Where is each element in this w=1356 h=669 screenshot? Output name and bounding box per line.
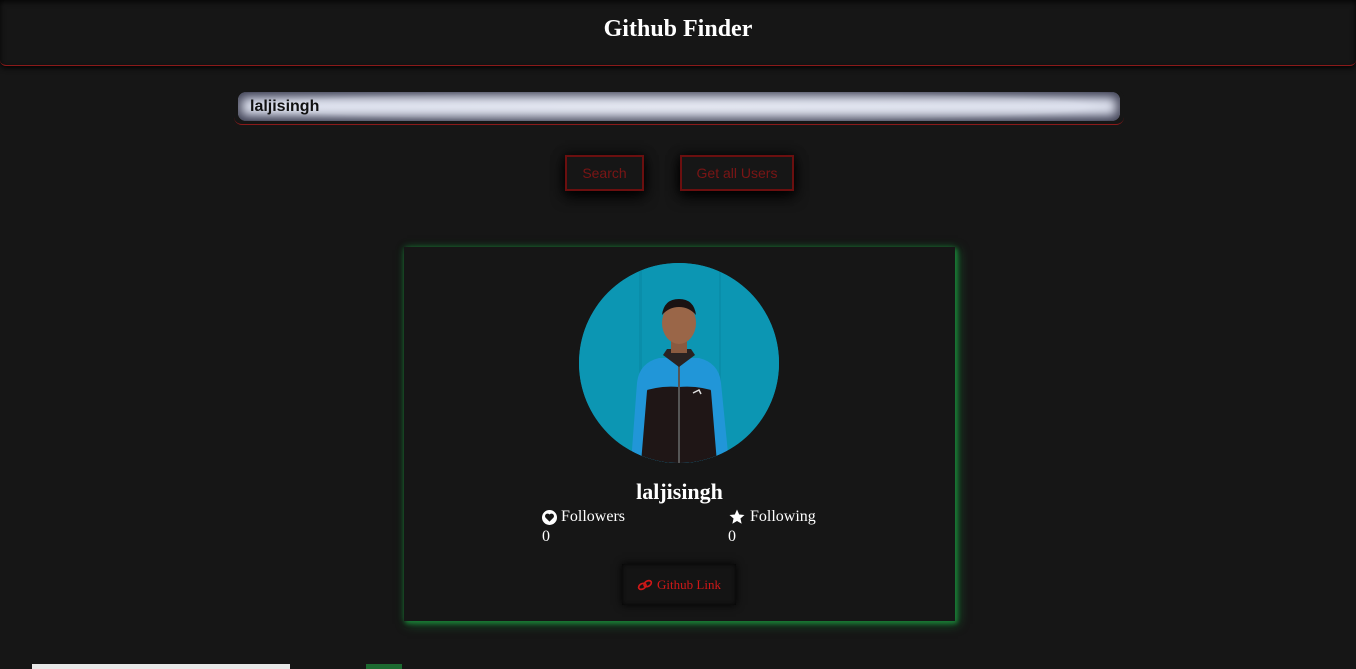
following-count: 0 bbox=[728, 528, 736, 545]
next-card-edge-green bbox=[366, 664, 402, 669]
app-title: Github Finder bbox=[603, 16, 753, 42]
action-buttons: Search Get all Users bbox=[0, 155, 1356, 191]
get-all-users-button[interactable]: Get all Users bbox=[680, 155, 794, 191]
github-link-button[interactable]: Github Link bbox=[622, 564, 736, 605]
followers-stat: Followers 0 bbox=[542, 507, 625, 547]
user-card: laljisingh Followers 0 Following 0 Githu… bbox=[404, 247, 955, 621]
search-bar bbox=[234, 90, 1124, 125]
following-label: Following bbox=[750, 508, 816, 525]
next-card-edge bbox=[32, 664, 290, 669]
github-link-label: Github Link bbox=[657, 576, 721, 592]
avatar-photo bbox=[579, 263, 779, 463]
search-button[interactable]: Search bbox=[565, 155, 644, 191]
link-icon bbox=[637, 578, 653, 592]
followers-label: Followers bbox=[561, 508, 625, 525]
search-input[interactable] bbox=[238, 92, 1120, 121]
star-icon bbox=[728, 508, 746, 526]
navbar: Github Finder bbox=[0, 0, 1356, 66]
avatar bbox=[579, 263, 779, 463]
profile-username: laljisingh bbox=[636, 479, 723, 504]
following-stat: Following 0 bbox=[728, 507, 816, 547]
heart-icon bbox=[542, 509, 557, 525]
followers-count: 0 bbox=[542, 528, 550, 545]
